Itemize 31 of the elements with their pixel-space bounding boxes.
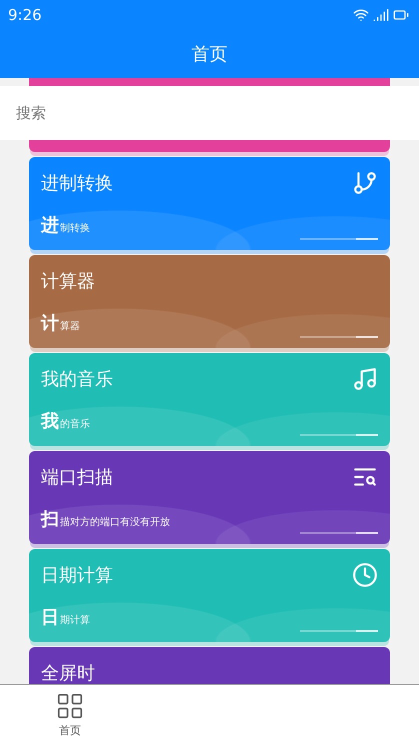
branch-icon xyxy=(352,170,378,196)
wifi-icon xyxy=(353,6,369,22)
page-title: 首页 xyxy=(192,42,228,66)
tool-card[interactable]: 计算器 计算器 xyxy=(29,255,390,348)
card-subtitle: 的音乐 xyxy=(60,418,90,431)
card-initial: 计 xyxy=(41,312,59,335)
card-title: 进制转换 xyxy=(41,172,113,195)
card-title: 日期计算 xyxy=(41,564,113,587)
search-field[interactable]: 搜索 xyxy=(0,86,419,140)
signal-icon xyxy=(373,6,389,22)
card-title: 我的音乐 xyxy=(41,368,113,391)
card-initial: 我 xyxy=(41,410,59,433)
card-title: 全屏时 xyxy=(41,662,95,684)
card-subtitle: 算器 xyxy=(60,320,80,333)
music-icon xyxy=(352,366,378,392)
card-title: 计算器 xyxy=(41,270,95,293)
card-initial: 进 xyxy=(41,214,59,237)
tool-card[interactable]: 全屏时 xyxy=(29,647,390,684)
tool-card[interactable]: 端口扫描 扫 描对方的端口有没有开放 xyxy=(29,451,390,544)
tool-card[interactable]: 日期计算 日 期计算 xyxy=(29,549,390,642)
card-subtitle: 制转换 xyxy=(60,222,90,235)
grid-icon xyxy=(55,691,85,721)
card-initial: 日 xyxy=(41,606,59,629)
status-time: 9:26 xyxy=(8,6,42,24)
card-title: 端口扫描 xyxy=(41,466,113,489)
tool-card[interactable]: 进制转换 进制转换 xyxy=(29,157,390,250)
card-initial: 扫 xyxy=(41,508,59,531)
card-subtitle: 描对方的端口有没有开放 xyxy=(60,516,170,529)
clock-icon xyxy=(352,562,378,588)
card-subtitle: 期计算 xyxy=(60,614,90,627)
tool-card[interactable]: 我的音乐 我的音乐 xyxy=(29,353,390,446)
